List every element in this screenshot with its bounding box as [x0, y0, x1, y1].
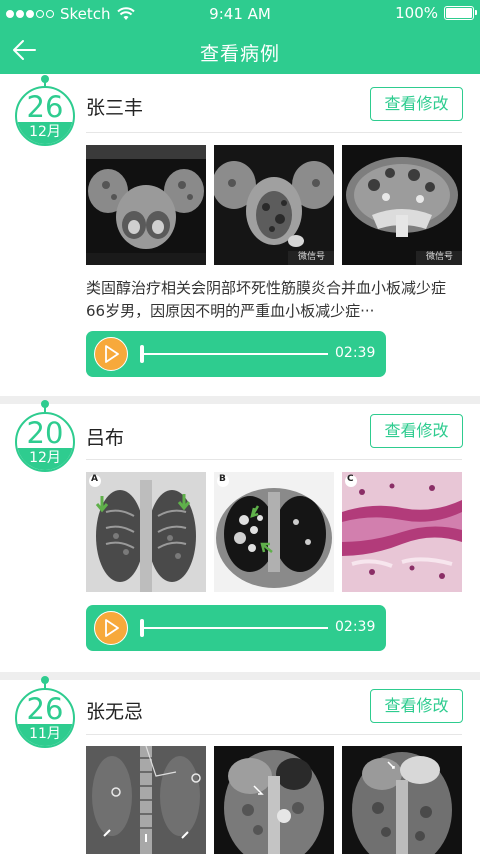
audio-duration: 02:39 [335, 345, 376, 361]
case-description: 类固醇治疗相关会阴部坏死性筋膜炎合并血小板减少症 66岁男，因原因不明的严重血小… [86, 279, 447, 320]
card-separator [0, 672, 480, 680]
case-image-ct-chest[interactable]: B [214, 472, 334, 592]
case-image-xray[interactable]: A [86, 472, 206, 592]
audio-progress-handle[interactable] [140, 619, 144, 637]
nav-bar: 查看病例 [0, 28, 480, 74]
date-month: 12月 [17, 448, 73, 470]
case-card[interactable]: 26 11月 张无忌 查看修改 [0, 676, 480, 854]
view-edit-button[interactable]: 查看修改 [370, 414, 463, 448]
play-icon [105, 619, 119, 637]
date-day: 26 [26, 692, 64, 726]
patient-name: 张三丰 [86, 97, 144, 119]
view-edit-button[interactable]: 查看修改 [370, 87, 463, 121]
case-image-ct-coronal-2[interactable] [342, 746, 462, 854]
panel-label: C [347, 474, 354, 484]
case-list: 26 12月 张三丰 查看修改 微信号 微信号 类固醇治疗相关会阴部坏死性筋膜炎… [0, 74, 480, 854]
card-separator [0, 396, 480, 404]
battery-percent: 100% [395, 4, 438, 22]
play-button[interactable] [94, 611, 128, 645]
date-day: 20 [26, 416, 64, 450]
audio-duration: 02:39 [335, 619, 376, 635]
case-image-ct-1[interactable] [86, 145, 206, 265]
date-badge: 20 12月 [15, 412, 75, 472]
case-image-histology[interactable]: C [342, 472, 462, 592]
date-month: 11月 [17, 724, 73, 746]
case-image-ct-3[interactable]: 微信号 [342, 145, 462, 265]
image-watermark: 微信号 [426, 252, 454, 262]
audio-progress-handle[interactable] [140, 345, 144, 363]
case-image-ct-coronal-1[interactable] [214, 746, 334, 854]
panel-label: A [91, 474, 98, 484]
battery-group: 100% [395, 4, 477, 22]
date-day: 26 [26, 90, 64, 124]
view-edit-button[interactable]: 查看修改 [370, 689, 463, 723]
case-card[interactable]: 20 12月 吕布 查看修改 A B C 02:39 [0, 400, 480, 672]
case-image-ct-2[interactable]: 微信号 [214, 145, 334, 265]
case-image-xray-abdomen[interactable] [86, 746, 206, 854]
status-bar: Sketch 9:41 AM 100% [0, 0, 480, 28]
case-card[interactable]: 26 12月 张三丰 查看修改 微信号 微信号 类固醇治疗相关会阴部坏死性筋膜炎… [0, 74, 480, 396]
page-title: 查看病例 [199, 43, 280, 65]
patient-name: 张无忌 [86, 701, 144, 723]
divider [86, 734, 462, 735]
image-watermark: 微信号 [298, 252, 326, 262]
date-badge: 26 12月 [15, 86, 75, 146]
panel-label: B [219, 474, 226, 484]
divider [86, 459, 462, 460]
date-badge: 26 11月 [15, 688, 75, 748]
play-button[interactable] [94, 337, 128, 371]
audio-progress-track[interactable] [142, 627, 328, 629]
date-month: 12月 [17, 122, 73, 144]
battery-icon [444, 6, 477, 20]
audio-progress-track[interactable] [142, 353, 328, 355]
audio-player: 02:39 [86, 605, 386, 651]
divider [86, 132, 462, 133]
audio-player: 02:39 [86, 331, 386, 377]
patient-name: 吕布 [86, 427, 125, 449]
play-icon [105, 345, 119, 363]
